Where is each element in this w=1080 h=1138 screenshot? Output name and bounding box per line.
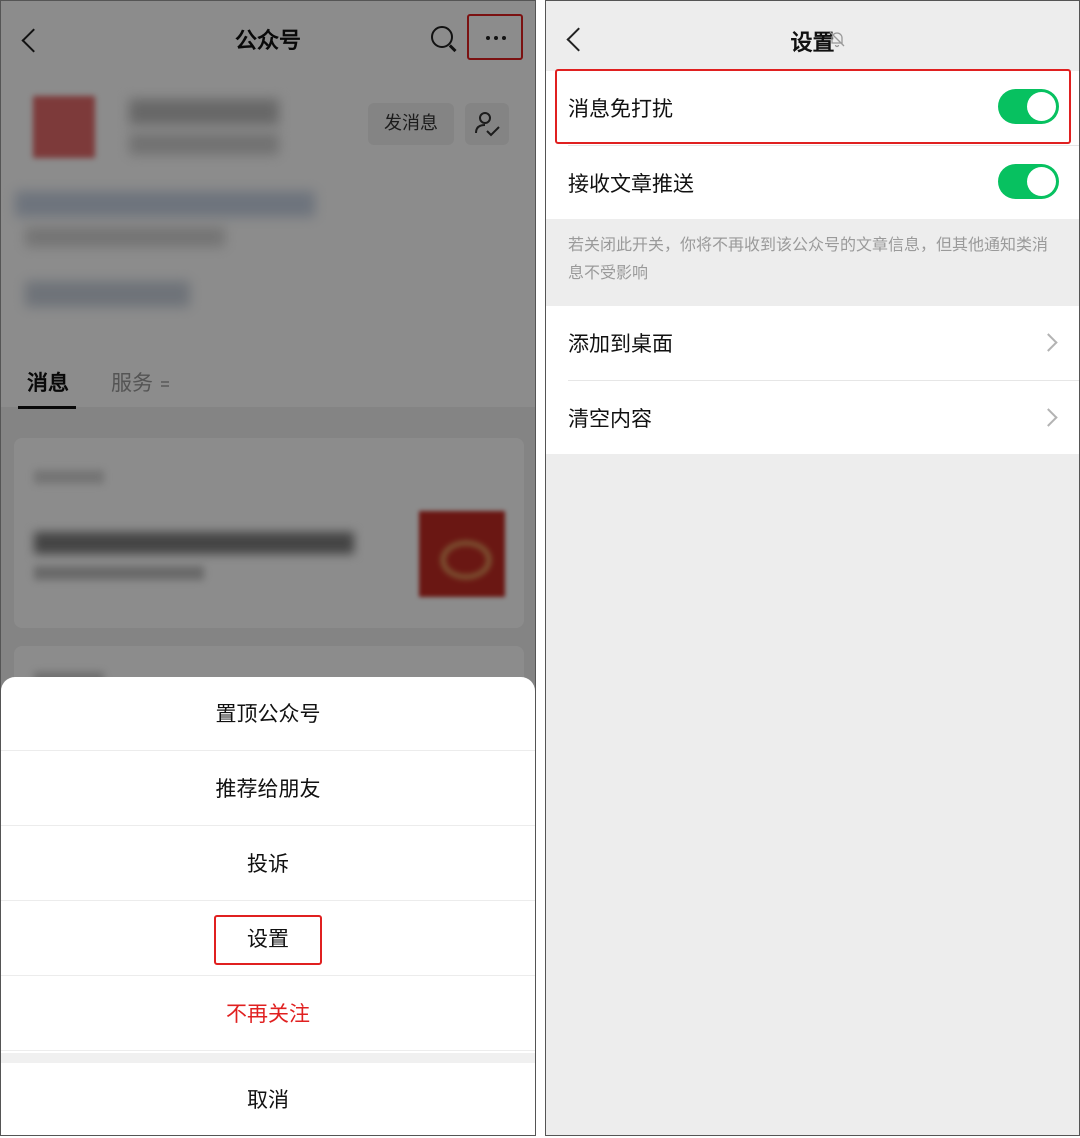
row-receive-articles: 接收文章推送 — [546, 146, 1079, 220]
row-add-to-desktop[interactable]: 添加到桌面 — [546, 306, 1079, 381]
sheet-item-recommend[interactable]: 推荐给朋友 — [1, 752, 535, 826]
receive-articles-toggle[interactable] — [998, 164, 1059, 199]
highlight-settings-box — [214, 915, 322, 965]
highlight-do-not-disturb-box — [555, 69, 1071, 144]
action-sheet: 置顶公众号 推荐给朋友 投诉 设置 不再关注 取消 — [1, 677, 535, 1135]
clear-content-label: 清空内容 — [568, 407, 652, 431]
chevron-right-icon — [1039, 333, 1058, 352]
page-title: 设置 — [790, 31, 835, 56]
bell-off-icon — [829, 31, 845, 48]
nav-group: 添加到桌面 清空内容 — [546, 306, 1079, 454]
settings-screen: 设置 消息免打扰 接收文章推送 若关闭此开关，你将不再收到该公众号的文章信息，但… — [545, 0, 1080, 1136]
official-account-screen: 公众号 发消息 消息 服务 置顶公众号 推荐给朋友 投诉 设置 不再关注 取消 — [0, 0, 536, 1136]
top-nav-bar: 设置 — [546, 1, 1079, 71]
add-to-desktop-label: 添加到桌面 — [568, 332, 673, 356]
push-hint-text: 若关闭此开关，你将不再收到该公众号的文章信息，但其他通知类消息不受影响 — [568, 235, 1049, 282]
row-clear-content[interactable]: 清空内容 — [546, 381, 1079, 455]
receive-articles-label: 接收文章推送 — [568, 172, 694, 196]
sheet-divider — [1, 1053, 535, 1063]
sheet-item-unfollow[interactable]: 不再关注 — [1, 977, 535, 1051]
sheet-item-pin[interactable]: 置顶公众号 — [1, 677, 535, 751]
sheet-item-report[interactable]: 投诉 — [1, 827, 535, 901]
chevron-right-icon — [1039, 408, 1058, 427]
sheet-cancel-button[interactable]: 取消 — [1, 1063, 535, 1135]
